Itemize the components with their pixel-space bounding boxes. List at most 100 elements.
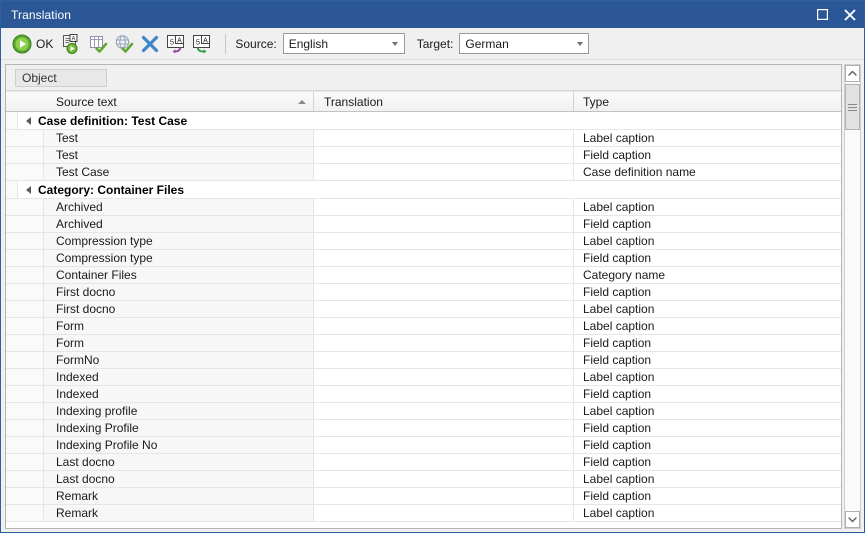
table-row[interactable]: Form Field caption bbox=[6, 335, 841, 352]
row-indicator-cell[interactable] bbox=[6, 233, 44, 249]
source-language-select[interactable]: English bbox=[282, 33, 405, 54]
table-row[interactable]: Container Files Category name bbox=[6, 267, 841, 284]
cell-type[interactable]: Label caption bbox=[574, 403, 841, 419]
group-by-band[interactable]: Object bbox=[6, 65, 841, 91]
cell-source-text[interactable]: Last docno bbox=[44, 471, 314, 487]
cell-type[interactable]: Field caption bbox=[574, 335, 841, 351]
cell-translation[interactable] bbox=[314, 369, 574, 385]
cell-source-text[interactable]: Form bbox=[44, 335, 314, 351]
row-indicator-cell[interactable] bbox=[6, 403, 44, 419]
row-indicator-cell[interactable] bbox=[6, 164, 44, 180]
table-row[interactable]: Archived Field caption bbox=[6, 216, 841, 233]
cell-type[interactable]: Field caption bbox=[574, 284, 841, 300]
row-indicator-cell[interactable] bbox=[6, 454, 44, 470]
cell-type[interactable]: Label caption bbox=[574, 505, 841, 521]
cell-type[interactable]: Field caption bbox=[574, 147, 841, 163]
row-indicator-cell[interactable] bbox=[6, 284, 44, 300]
cell-source-text[interactable]: Compression type bbox=[44, 250, 314, 266]
cell-translation[interactable] bbox=[314, 454, 574, 470]
cell-translation[interactable] bbox=[314, 488, 574, 504]
column-header-type[interactable]: Type bbox=[574, 92, 841, 111]
row-indicator-cell[interactable] bbox=[6, 250, 44, 266]
cell-type[interactable]: Case definition name bbox=[574, 164, 841, 180]
group-by-chip-object[interactable]: Object bbox=[15, 68, 107, 87]
table-row[interactable]: Compression type Label caption bbox=[6, 233, 841, 250]
vertical-scrollbar[interactable] bbox=[844, 64, 861, 529]
cell-type[interactable]: Label caption bbox=[574, 318, 841, 334]
cell-translation[interactable] bbox=[314, 233, 574, 249]
table-row[interactable]: Compression type Field caption bbox=[6, 250, 841, 267]
cell-source-text[interactable]: Archived bbox=[44, 199, 314, 215]
cell-translation[interactable] bbox=[314, 250, 574, 266]
scroll-up-button[interactable] bbox=[845, 65, 860, 82]
cell-source-text[interactable]: Last docno bbox=[44, 454, 314, 470]
cell-translation[interactable] bbox=[314, 284, 574, 300]
row-indicator-cell[interactable] bbox=[6, 318, 44, 334]
table-row[interactable]: Last docno Label caption bbox=[6, 471, 841, 488]
cell-source-text[interactable]: Indexing profile bbox=[44, 403, 314, 419]
table-row[interactable]: Remark Label caption bbox=[6, 505, 841, 522]
group-expander-icon[interactable] bbox=[18, 185, 38, 194]
row-indicator-cell[interactable] bbox=[6, 437, 44, 453]
group-row[interactable]: Case definition: Test Case bbox=[6, 112, 841, 130]
translate-grid-button[interactable] bbox=[85, 31, 111, 57]
target-language-select[interactable]: German bbox=[459, 33, 590, 54]
cell-translation[interactable] bbox=[314, 164, 574, 180]
cell-type[interactable]: Field caption bbox=[574, 420, 841, 436]
cell-source-text[interactable]: First docno bbox=[44, 284, 314, 300]
cell-translation[interactable] bbox=[314, 471, 574, 487]
cell-type[interactable]: Field caption bbox=[574, 352, 841, 368]
table-row[interactable]: First docno Field caption bbox=[6, 284, 841, 301]
cell-translation[interactable] bbox=[314, 301, 574, 317]
table-row[interactable]: Indexed Field caption bbox=[6, 386, 841, 403]
cell-source-text[interactable]: Indexed bbox=[44, 369, 314, 385]
cell-type[interactable]: Label caption bbox=[574, 233, 841, 249]
cell-source-text[interactable]: Indexing Profile No bbox=[44, 437, 314, 453]
cell-type[interactable]: Field caption bbox=[574, 454, 841, 470]
table-row[interactable]: Last docno Field caption bbox=[6, 454, 841, 471]
table-row[interactable]: Form Label caption bbox=[6, 318, 841, 335]
cell-type[interactable]: Label caption bbox=[574, 471, 841, 487]
cell-translation[interactable] bbox=[314, 199, 574, 215]
row-indicator-cell[interactable] bbox=[6, 335, 44, 351]
table-row[interactable]: Test Field caption bbox=[6, 147, 841, 164]
cell-type[interactable]: Field caption bbox=[574, 488, 841, 504]
ok-button[interactable]: OK bbox=[9, 31, 59, 57]
cell-source-text[interactable]: FormNo bbox=[44, 352, 314, 368]
group-row[interactable]: Category: Container Files bbox=[6, 181, 841, 199]
cell-translation[interactable] bbox=[314, 130, 574, 146]
translate-object-button[interactable]: A bbox=[59, 31, 85, 57]
cell-type[interactable]: Field caption bbox=[574, 216, 841, 232]
import-translation-button[interactable]: 5 A bbox=[163, 31, 189, 57]
row-indicator-cell[interactable] bbox=[6, 369, 44, 385]
cell-source-text[interactable]: Test bbox=[44, 147, 314, 163]
table-row[interactable]: Test Case Case definition name bbox=[6, 164, 841, 181]
cell-source-text[interactable]: Test bbox=[44, 130, 314, 146]
row-indicator-cell[interactable] bbox=[6, 352, 44, 368]
table-row[interactable]: Test Label caption bbox=[6, 130, 841, 147]
table-row[interactable]: Indexing profile Label caption bbox=[6, 403, 841, 420]
cell-type[interactable]: Field caption bbox=[574, 250, 841, 266]
table-row[interactable]: Remark Field caption bbox=[6, 488, 841, 505]
table-row[interactable]: Indexing Profile No Field caption bbox=[6, 437, 841, 454]
row-indicator-cell[interactable] bbox=[6, 130, 44, 146]
row-indicator-cell[interactable] bbox=[6, 199, 44, 215]
cell-source-text[interactable]: Indexed bbox=[44, 386, 314, 402]
cell-translation[interactable] bbox=[314, 352, 574, 368]
row-indicator-cell[interactable] bbox=[6, 420, 44, 436]
cell-type[interactable]: Field caption bbox=[574, 386, 841, 402]
cell-source-text[interactable]: Remark bbox=[44, 505, 314, 521]
cell-translation[interactable] bbox=[314, 437, 574, 453]
table-row[interactable]: First docno Label caption bbox=[6, 301, 841, 318]
table-row[interactable]: Indexing Profile Field caption bbox=[6, 420, 841, 437]
column-header-source-text[interactable]: Source text bbox=[44, 92, 314, 111]
cell-source-text[interactable]: First docno bbox=[44, 301, 314, 317]
cell-translation[interactable] bbox=[314, 335, 574, 351]
row-indicator-cell[interactable] bbox=[6, 386, 44, 402]
row-indicator-cell[interactable] bbox=[6, 301, 44, 317]
cell-source-text[interactable]: Archived bbox=[44, 216, 314, 232]
cell-type[interactable]: Field caption bbox=[574, 437, 841, 453]
cell-type[interactable]: Label caption bbox=[574, 130, 841, 146]
scroll-down-button[interactable] bbox=[845, 511, 860, 528]
cell-translation[interactable] bbox=[314, 147, 574, 163]
